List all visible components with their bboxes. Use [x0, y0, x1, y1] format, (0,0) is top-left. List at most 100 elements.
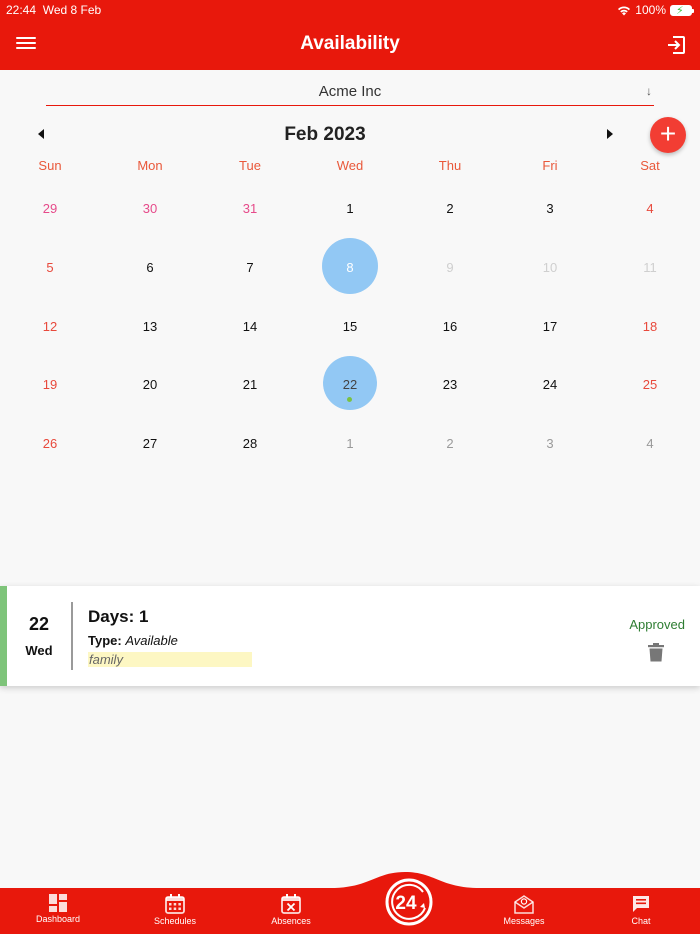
page-title: Availability: [300, 33, 400, 54]
month-title: Feb 2023: [284, 124, 366, 145]
wifi-icon: [618, 6, 631, 15]
weekday-label: Thu: [438, 158, 462, 173]
calendar-day[interactable]: 4: [600, 413, 700, 472]
calendar-day[interactable]: 15: [300, 296, 400, 355]
calendar-day[interactable]: 18: [600, 296, 700, 355]
calendar-day[interactable]: 3: [500, 413, 600, 472]
calendar-day[interactable]: 10: [500, 237, 600, 296]
entry-days-count: Days: 1: [88, 607, 149, 626]
calendar-day[interactable]: 26: [0, 413, 100, 472]
calendar-day[interactable]: 1: [300, 413, 400, 472]
calendar-day[interactable]: 1: [300, 178, 400, 237]
calendar-day-number: 31: [242, 201, 258, 216]
logout-icon[interactable]: [664, 33, 688, 57]
tab-chat[interactable]: Chat: [601, 894, 681, 926]
app-bar: Availability: [0, 20, 700, 70]
calendar-day-number: 27: [142, 436, 158, 452]
status-stripe: [0, 586, 7, 686]
calendar-day-number: 24: [542, 377, 558, 393]
calendar-day[interactable]: 4: [600, 178, 700, 237]
calendar-day-number: 16: [442, 318, 458, 334]
calendar-day[interactable]: 25: [600, 354, 700, 413]
trash-icon[interactable]: [648, 643, 664, 662]
calendar-day-number: 11: [643, 259, 657, 275]
calendar-day[interactable]: 19: [0, 354, 100, 413]
tab-dashboard-label: Dashboard: [35, 914, 81, 924]
status-time-date: 22:44 Wed 8 Feb: [6, 3, 102, 17]
tab-schedules-label: Schedules: [153, 916, 197, 926]
calendar-day[interactable]: 30: [100, 178, 200, 237]
availability-entry-card[interactable]: 22 Wed Days: 1 Type: Available family Ap…: [0, 586, 700, 686]
entry-divider: [71, 602, 73, 670]
calendar-day[interactable]: 6: [100, 237, 200, 296]
entry-type-value: Available: [125, 633, 178, 648]
calendar-day-number: 5: [46, 259, 54, 275]
calendar-day[interactable]: 5: [0, 237, 100, 296]
calendar-day[interactable]: 23: [400, 354, 500, 413]
calendar-day-number: 17: [542, 318, 558, 334]
add-availability-button[interactable]: +: [650, 117, 686, 153]
calendar-day-number: 25: [642, 377, 658, 393]
calendar-icon: [165, 894, 185, 914]
app-logo-24-icon[interactable]: 24: [385, 878, 433, 926]
calendar-day[interactable]: 27: [100, 413, 200, 472]
status-bar: 22:44 Wed 8 Feb 100% ⚡: [0, 0, 700, 20]
tab-chat-label: Chat: [631, 916, 651, 926]
calendar-x-icon: [281, 894, 301, 914]
calendar-day-number: 20: [142, 377, 158, 393]
calendar-day-number: 30: [142, 201, 158, 216]
calendar-day[interactable]: 2: [400, 178, 500, 237]
calendar-day-number: 3: [546, 436, 554, 452]
calendar-day[interactable]: 29: [0, 178, 100, 237]
entry-type-label: Type:: [88, 633, 122, 648]
weekday-header: Sun Mon Tue Wed Thu Fri Sat: [0, 158, 700, 174]
battery-icon: ⚡: [670, 4, 694, 17]
calendar-day[interactable]: 31: [200, 178, 300, 237]
entry-type: Type: Available: [88, 633, 178, 648]
app-logo-text: 24: [395, 893, 417, 914]
calendar-day[interactable]: 22: [300, 354, 400, 413]
weekday-label: Tue: [239, 158, 261, 173]
weekday-label: Sat: [640, 158, 660, 173]
calendar-day-number: 9: [446, 259, 454, 275]
calendar-day[interactable]: 14: [200, 296, 300, 355]
calendar-day-number: 7: [246, 259, 254, 275]
tab-messages[interactable]: Messages: [484, 894, 564, 926]
calendar-day[interactable]: 28: [200, 413, 300, 472]
tab-absences-label: Absences: [271, 916, 311, 926]
calendar-day[interactable]: 2: [400, 413, 500, 472]
calendar-day-number: 1: [346, 436, 354, 452]
tab-absences[interactable]: Absences: [251, 894, 331, 926]
weekday-label: Sun: [38, 158, 62, 173]
calendar-day[interactable]: 16: [400, 296, 500, 355]
calendar-day-number: 28: [242, 436, 258, 452]
weekday-label: Fri: [542, 158, 558, 173]
tab-schedules[interactable]: Schedules: [135, 894, 215, 926]
calendar-day-number: 15: [342, 318, 358, 334]
calendar-day[interactable]: 21: [200, 354, 300, 413]
calendar-day-number: 10: [542, 259, 558, 275]
calendar-day-number: 23: [442, 377, 458, 393]
calendar-day[interactable]: 17: [500, 296, 600, 355]
tab-dashboard[interactable]: Dashboard: [18, 894, 98, 924]
calendar-day-number: 26: [42, 436, 58, 452]
company-select-value: Acme Inc: [318, 83, 382, 100]
entry-status-badge: Approved: [629, 617, 685, 632]
calendar-day[interactable]: 11: [600, 237, 700, 296]
entry-note: family: [88, 652, 252, 667]
calendar-day[interactable]: 12: [0, 296, 100, 355]
calendar-day[interactable]: 13: [100, 296, 200, 355]
calendar-day[interactable]: 9: [400, 237, 500, 296]
calendar-day-number: 21: [242, 377, 258, 393]
calendar-day-number: 4: [646, 201, 654, 216]
dropdown-arrow-icon: ↓: [646, 84, 652, 98]
next-month-button[interactable]: [607, 129, 613, 139]
calendar-day[interactable]: 3: [500, 178, 600, 237]
calendar-day[interactable]: 8: [300, 237, 400, 296]
calendar-day-number: 3: [546, 201, 554, 216]
company-select[interactable]: Acme Inc ↓: [46, 80, 654, 106]
entry-day-number: 22: [28, 614, 50, 634]
calendar-day[interactable]: 20: [100, 354, 200, 413]
calendar-day[interactable]: 24: [500, 354, 600, 413]
calendar-day[interactable]: 7: [200, 237, 300, 296]
